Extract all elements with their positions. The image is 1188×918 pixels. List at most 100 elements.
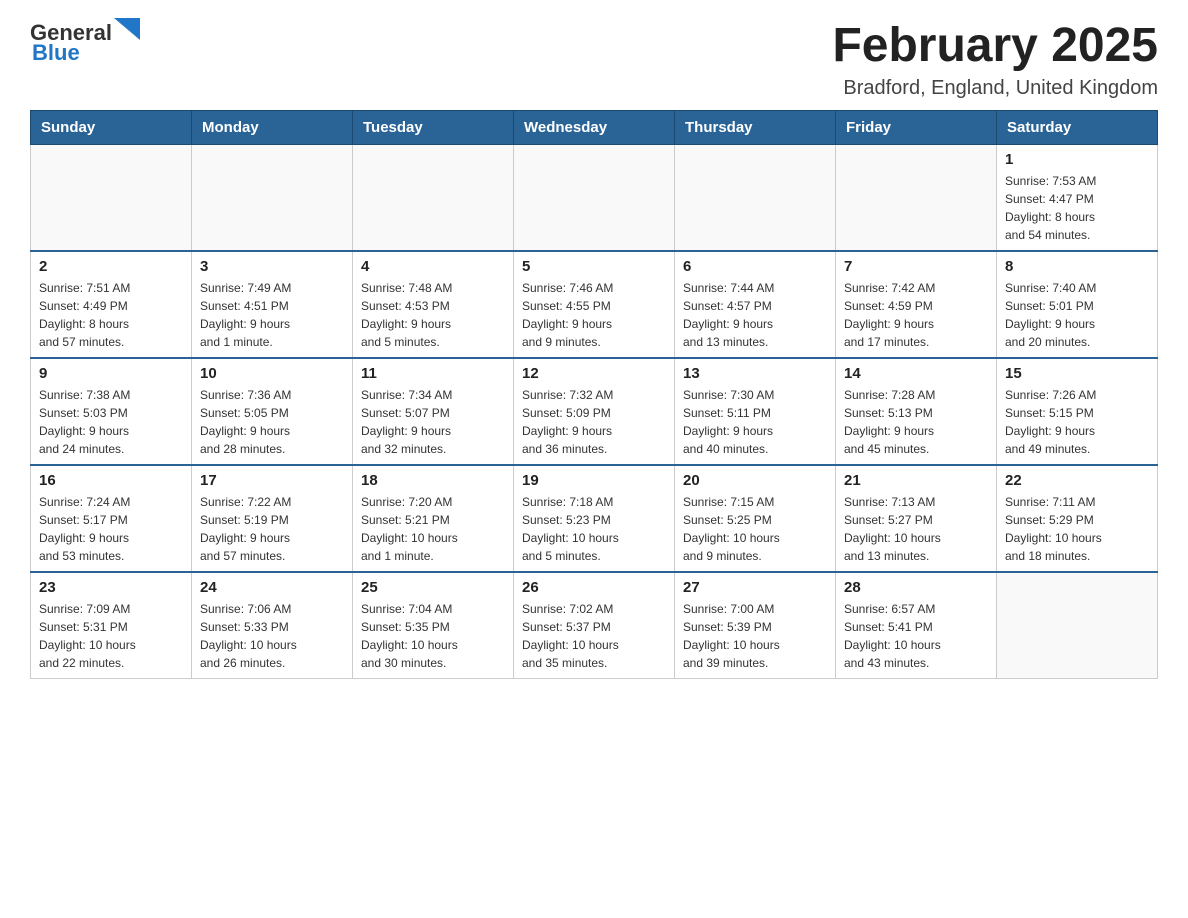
calendar-cell — [192, 144, 353, 251]
day-number: 13 — [683, 365, 827, 382]
calendar-week-row: 23 Sunrise: 7:09 AMSunset: 5:31 PMDayligh… — [31, 572, 1158, 679]
page-header: General Blue February 2025 Bradford, Eng… — [30, 20, 1158, 100]
calendar-header-row: SundayMondayTuesdayWednesdayThursdayFrid… — [31, 110, 1158, 144]
day-info: Sunrise: 7:02 AMSunset: 5:37 PMDaylight:… — [522, 600, 666, 672]
day-number: 24 — [200, 579, 344, 596]
day-info: Sunrise: 7:38 AMSunset: 5:03 PMDaylight:… — [39, 386, 183, 458]
day-info: Sunrise: 7:18 AMSunset: 5:23 PMDaylight:… — [522, 493, 666, 565]
calendar-cell: 25 Sunrise: 7:04 AMSunset: 5:35 PMDayligh… — [353, 572, 514, 679]
day-number: 9 — [39, 365, 183, 382]
day-number: 23 — [39, 579, 183, 596]
day-number: 21 — [844, 472, 988, 489]
calendar-cell: 2 Sunrise: 7:51 AMSunset: 4:49 PMDaylight… — [31, 251, 192, 358]
day-number: 8 — [1005, 258, 1149, 275]
calendar-cell: 24 Sunrise: 7:06 AMSunset: 5:33 PMDayligh… — [192, 572, 353, 679]
day-number: 10 — [200, 365, 344, 382]
day-info: Sunrise: 7:46 AMSunset: 4:55 PMDaylight:… — [522, 279, 666, 351]
day-number: 5 — [522, 258, 666, 275]
day-of-week-header: Monday — [192, 110, 353, 144]
day-info: Sunrise: 7:20 AMSunset: 5:21 PMDaylight:… — [361, 493, 505, 565]
calendar-cell: 27Sunrise: 7:00 AMSunset: 5:39 PMDayligh… — [675, 572, 836, 679]
day-info: Sunrise: 7:40 AMSunset: 5:01 PMDaylight:… — [1005, 279, 1149, 351]
calendar-cell: 12 Sunrise: 7:32 AMSunset: 5:09 PMDayligh… — [514, 358, 675, 465]
calendar-cell — [31, 144, 192, 251]
day-info: Sunrise: 7:06 AMSunset: 5:33 PMDaylight:… — [200, 600, 344, 672]
calendar-cell: 1 Sunrise: 7:53 AMSunset: 4:47 PMDaylight… — [997, 144, 1158, 251]
calendar-cell: 18 Sunrise: 7:20 AMSunset: 5:21 PMDayligh… — [353, 465, 514, 572]
calendar-cell — [514, 144, 675, 251]
day-info: Sunrise: 7:28 AMSunset: 5:13 PMDaylight:… — [844, 386, 988, 458]
calendar-cell — [675, 144, 836, 251]
calendar-cell: 14 Sunrise: 7:28 AMSunset: 5:13 PMDayligh… — [836, 358, 997, 465]
calendar-cell: 5 Sunrise: 7:46 AMSunset: 4:55 PMDaylight… — [514, 251, 675, 358]
day-of-week-header: Friday — [836, 110, 997, 144]
day-info: Sunrise: 7:32 AMSunset: 5:09 PMDaylight:… — [522, 386, 666, 458]
calendar-cell: 16Sunrise: 7:24 AMSunset: 5:17 PMDayligh… — [31, 465, 192, 572]
calendar-cell: 21 Sunrise: 7:13 AMSunset: 5:27 PMDayligh… — [836, 465, 997, 572]
day-of-week-header: Saturday — [997, 110, 1158, 144]
day-info: Sunrise: 7:09 AMSunset: 5:31 PMDaylight:… — [39, 600, 183, 672]
day-info: Sunrise: 7:26 AMSunset: 5:15 PMDaylight:… — [1005, 386, 1149, 458]
day-number: 28 — [844, 579, 988, 596]
calendar-cell: 13 Sunrise: 7:30 AMSunset: 5:11 PMDayligh… — [675, 358, 836, 465]
calendar-week-row: 16Sunrise: 7:24 AMSunset: 5:17 PMDayligh… — [31, 465, 1158, 572]
calendar-cell: 6 Sunrise: 7:44 AMSunset: 4:57 PMDaylight… — [675, 251, 836, 358]
calendar-cell: 17 Sunrise: 7:22 AMSunset: 5:19 PMDayligh… — [192, 465, 353, 572]
calendar-table: SundayMondayTuesdayWednesdayThursdayFrid… — [30, 110, 1158, 679]
day-info: Sunrise: 7:22 AMSunset: 5:19 PMDaylight:… — [200, 493, 344, 565]
calendar-cell: 8 Sunrise: 7:40 AMSunset: 5:01 PMDaylight… — [997, 251, 1158, 358]
day-info: Sunrise: 7:53 AMSunset: 4:47 PMDaylight:… — [1005, 172, 1149, 244]
day-number: 22 — [1005, 472, 1149, 489]
calendar-cell: 9 Sunrise: 7:38 AMSunset: 5:03 PMDaylight… — [31, 358, 192, 465]
day-number: 17 — [200, 472, 344, 489]
title-area: February 2025 Bradford, England, United … — [832, 20, 1158, 100]
day-info: Sunrise: 7:30 AMSunset: 5:11 PMDaylight:… — [683, 386, 827, 458]
day-number: 12 — [522, 365, 666, 382]
day-info: Sunrise: 7:00 AMSunset: 5:39 PMDaylight:… — [683, 600, 827, 672]
logo-triangle-icon — [114, 18, 140, 44]
month-title: February 2025 — [832, 20, 1158, 73]
logo: General Blue — [30, 20, 140, 66]
calendar-cell: 28 Sunrise: 6:57 AMSunset: 5:41 PMDayligh… — [836, 572, 997, 679]
calendar-cell: 10 Sunrise: 7:36 AMSunset: 5:05 PMDayligh… — [192, 358, 353, 465]
day-of-week-header: Sunday — [31, 110, 192, 144]
location: Bradford, England, United Kingdom — [832, 77, 1158, 100]
calendar-cell: 23 Sunrise: 7:09 AMSunset: 5:31 PMDayligh… — [31, 572, 192, 679]
day-info: Sunrise: 7:44 AMSunset: 4:57 PMDaylight:… — [683, 279, 827, 351]
calendar-cell — [836, 144, 997, 251]
day-info: Sunrise: 7:36 AMSunset: 5:05 PMDaylight:… — [200, 386, 344, 458]
day-info: Sunrise: 7:24 AMSunset: 5:17 PMDaylight:… — [39, 493, 183, 565]
day-of-week-header: Wednesday — [514, 110, 675, 144]
day-number: 6 — [683, 258, 827, 275]
day-number: 11 — [361, 365, 505, 382]
calendar-cell: 7 Sunrise: 7:42 AMSunset: 4:59 PMDaylight… — [836, 251, 997, 358]
day-info: Sunrise: 7:42 AMSunset: 4:59 PMDaylight:… — [844, 279, 988, 351]
day-info: Sunrise: 7:04 AMSunset: 5:35 PMDaylight:… — [361, 600, 505, 672]
calendar-cell: 22Sunrise: 7:11 AMSunset: 5:29 PMDayligh… — [997, 465, 1158, 572]
day-info: Sunrise: 7:15 AMSunset: 5:25 PMDaylight:… — [683, 493, 827, 565]
day-info: Sunrise: 7:13 AMSunset: 5:27 PMDaylight:… — [844, 493, 988, 565]
calendar-cell: 20Sunrise: 7:15 AMSunset: 5:25 PMDayligh… — [675, 465, 836, 572]
day-number: 1 — [1005, 151, 1149, 168]
day-info: Sunrise: 7:51 AMSunset: 4:49 PMDaylight:… — [39, 279, 183, 351]
calendar-week-row: 9 Sunrise: 7:38 AMSunset: 5:03 PMDaylight… — [31, 358, 1158, 465]
calendar-cell: 15 Sunrise: 7:26 AMSunset: 5:15 PMDayligh… — [997, 358, 1158, 465]
calendar-cell — [997, 572, 1158, 679]
day-info: Sunrise: 7:49 AMSunset: 4:51 PMDaylight:… — [200, 279, 344, 351]
day-info: Sunrise: 7:34 AMSunset: 5:07 PMDaylight:… — [361, 386, 505, 458]
calendar-cell: 19Sunrise: 7:18 AMSunset: 5:23 PMDayligh… — [514, 465, 675, 572]
calendar-cell: 3 Sunrise: 7:49 AMSunset: 4:51 PMDaylight… — [192, 251, 353, 358]
calendar-cell: 26 Sunrise: 7:02 AMSunset: 5:37 PMDayligh… — [514, 572, 675, 679]
day-number: 7 — [844, 258, 988, 275]
day-info: Sunrise: 6:57 AMSunset: 5:41 PMDaylight:… — [844, 600, 988, 672]
calendar-week-row: 2 Sunrise: 7:51 AMSunset: 4:49 PMDaylight… — [31, 251, 1158, 358]
calendar-cell — [353, 144, 514, 251]
day-number: 18 — [361, 472, 505, 489]
day-number: 15 — [1005, 365, 1149, 382]
day-number: 25 — [361, 579, 505, 596]
day-number: 2 — [39, 258, 183, 275]
day-number: 3 — [200, 258, 344, 275]
day-number: 26 — [522, 579, 666, 596]
day-number: 4 — [361, 258, 505, 275]
day-number: 14 — [844, 365, 988, 382]
